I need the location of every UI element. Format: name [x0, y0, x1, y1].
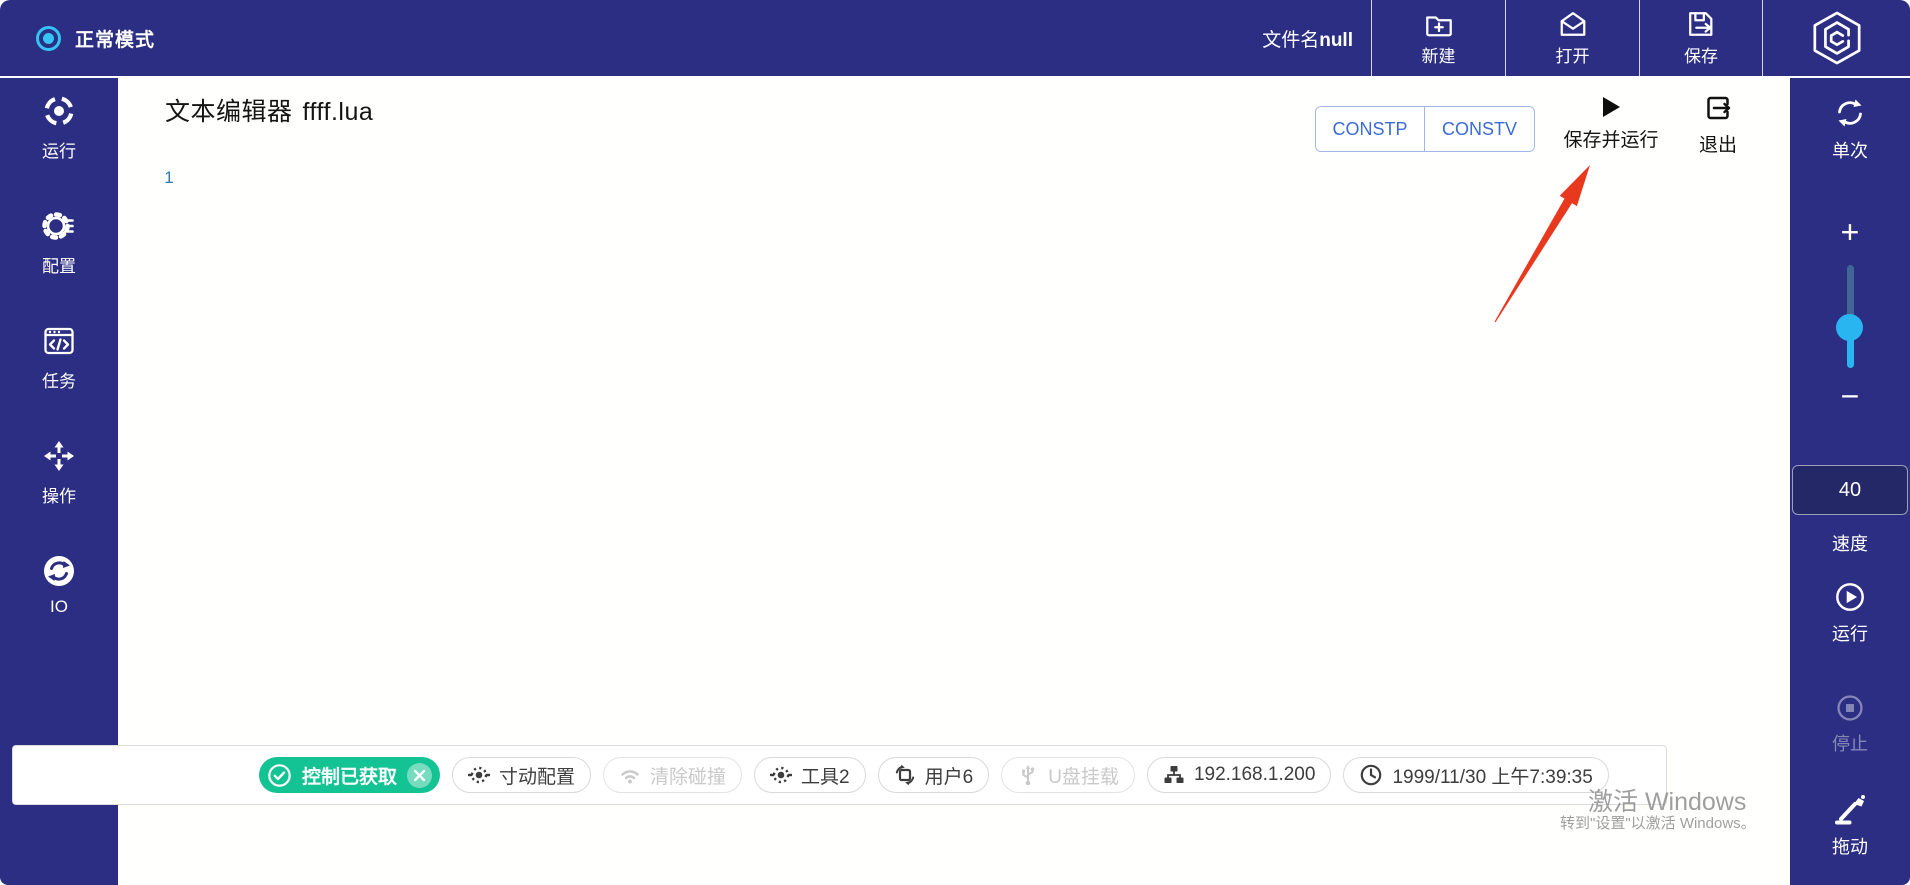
open-file-label: 打开 [1556, 42, 1590, 67]
sidebar-item-io[interactable]: IO [0, 554, 118, 617]
cube-logo-icon [1810, 9, 1864, 67]
play-icon [1602, 96, 1621, 118]
mode-indicator[interactable]: 正常模式 [36, 25, 155, 52]
sidebar-item-label: 配置 [42, 252, 76, 277]
datetime-label: 1999/11/30 上午7:39:35 [1392, 762, 1592, 789]
rotate-crop-icon [894, 764, 916, 786]
constp-button[interactable]: CONSTP [1316, 107, 1425, 151]
control-status-pill: 控制已获取 [259, 757, 440, 793]
network-icon [1163, 764, 1185, 786]
app-window: 正常模式 文件名null 新建 打开 [0, 0, 1910, 885]
mode-label: 正常模式 [75, 25, 155, 52]
robot-arm-icon [1832, 792, 1868, 826]
filename-prefix: 文件名 [1262, 30, 1319, 51]
editor-filename: ffff.lua [303, 98, 374, 126]
run-program-button[interactable]: 运行 [1790, 581, 1910, 646]
clear-collision-pill: 清除碰撞 [603, 757, 742, 793]
exit-label: 退出 [1699, 130, 1737, 157]
brightness-icon [770, 764, 792, 786]
sidebar-item-label: 运行 [42, 137, 76, 162]
stop-program-label: 停止 [1832, 730, 1868, 756]
new-file-label: 新建 [1422, 42, 1456, 67]
save-file-label: 保存 [1684, 42, 1718, 67]
stop-program-button: 停止 [1790, 693, 1910, 756]
tool-pill[interactable]: 工具2 [754, 757, 866, 793]
tool-label: 工具2 [801, 762, 850, 789]
editor-title-text: 文本编辑器 [165, 98, 293, 126]
new-file-button[interactable]: 新建 [1371, 0, 1505, 76]
sidebar-item-run[interactable]: 运行 [0, 94, 118, 162]
user-pill[interactable]: 用户6 [878, 757, 990, 793]
open-file-icon [1557, 9, 1589, 39]
constv-button[interactable]: CONSTV [1425, 107, 1534, 151]
stop-circle-icon [1835, 693, 1865, 723]
drag-mode-label: 拖动 [1832, 833, 1868, 859]
speed-slider-thumb[interactable] [1836, 314, 1863, 341]
sidebar-item-label: IO [50, 597, 68, 617]
target-icon [42, 94, 76, 128]
run-program-label: 运行 [1832, 620, 1868, 646]
save-file-button[interactable]: 保存 [1639, 0, 1762, 76]
clear-collision-label: 清除碰撞 [650, 762, 726, 789]
clock-icon [1359, 763, 1383, 787]
control-status-label: 控制已获取 [302, 762, 397, 789]
brightness-icon [468, 764, 490, 786]
sidebar-item-task[interactable]: 任务 [0, 324, 118, 392]
speed-plus-button[interactable]: + [1790, 214, 1910, 250]
top-bar: 正常模式 文件名null 新建 打开 [0, 0, 1910, 76]
sidebar-item-label: 任务 [42, 367, 76, 392]
sidebar-item-operate[interactable]: 操作 [0, 439, 118, 507]
filename-value: null [1319, 30, 1353, 51]
exit-icon [1703, 93, 1733, 123]
usb-mount-pill: U盘挂载 [1001, 757, 1135, 793]
speed-value-display: 40 [1792, 465, 1908, 515]
new-file-icon [1423, 9, 1455, 39]
move-arrows-icon [42, 439, 76, 473]
gear-icon [42, 209, 76, 243]
exit-button[interactable]: 退出 [1680, 93, 1756, 157]
radio-selected-icon [36, 26, 61, 51]
speed-minus-button[interactable]: − [1790, 378, 1910, 414]
ip-address-pill[interactable]: 192.168.1.200 [1147, 757, 1332, 793]
line-number: 1 [160, 168, 178, 188]
filename-display: 文件名null [1262, 25, 1353, 52]
check-circle-icon [267, 763, 292, 788]
usb-icon [1017, 764, 1039, 786]
datetime-pill[interactable]: 1999/11/30 上午7:39:35 [1343, 757, 1608, 793]
cycle-icon [1833, 96, 1867, 130]
ip-address-label: 192.168.1.200 [1194, 764, 1316, 786]
close-circle-icon[interactable] [407, 763, 432, 788]
play-circle-icon [1834, 581, 1866, 613]
editor-title: 文本编辑器 ffff.lua [165, 92, 373, 128]
app-logo [1762, 0, 1910, 76]
status-bar: 控制已获取 寸动配置 [12, 745, 1667, 805]
right-sidebar: 单次 + − 40 速度 运行 停止 [1790, 78, 1910, 885]
open-file-button[interactable]: 打开 [1505, 0, 1639, 76]
single-run-button[interactable]: 单次 [1790, 96, 1910, 163]
wifi-icon [619, 764, 641, 786]
jog-config-label: 寸动配置 [499, 762, 575, 789]
usb-mount-label: U盘挂载 [1048, 762, 1119, 789]
red-arrow-annotation [1468, 150, 1608, 340]
save-and-run-label: 保存并运行 [1563, 125, 1658, 152]
speed-label: 速度 [1790, 530, 1910, 556]
const-button-group: CONSTP CONSTV [1315, 106, 1535, 152]
sidebar-item-label: 操作 [42, 482, 76, 507]
swap-circle-icon [42, 554, 76, 588]
drag-mode-button[interactable]: 拖动 [1790, 792, 1910, 859]
sidebar-item-config[interactable]: 配置 [0, 209, 118, 277]
jog-config-pill[interactable]: 寸动配置 [452, 757, 591, 793]
single-run-label: 单次 [1832, 137, 1868, 163]
user-label: 用户6 [925, 762, 974, 789]
code-window-icon [42, 324, 76, 358]
save-and-run-button[interactable]: 保存并运行 [1552, 96, 1670, 152]
save-file-icon [1685, 9, 1717, 39]
